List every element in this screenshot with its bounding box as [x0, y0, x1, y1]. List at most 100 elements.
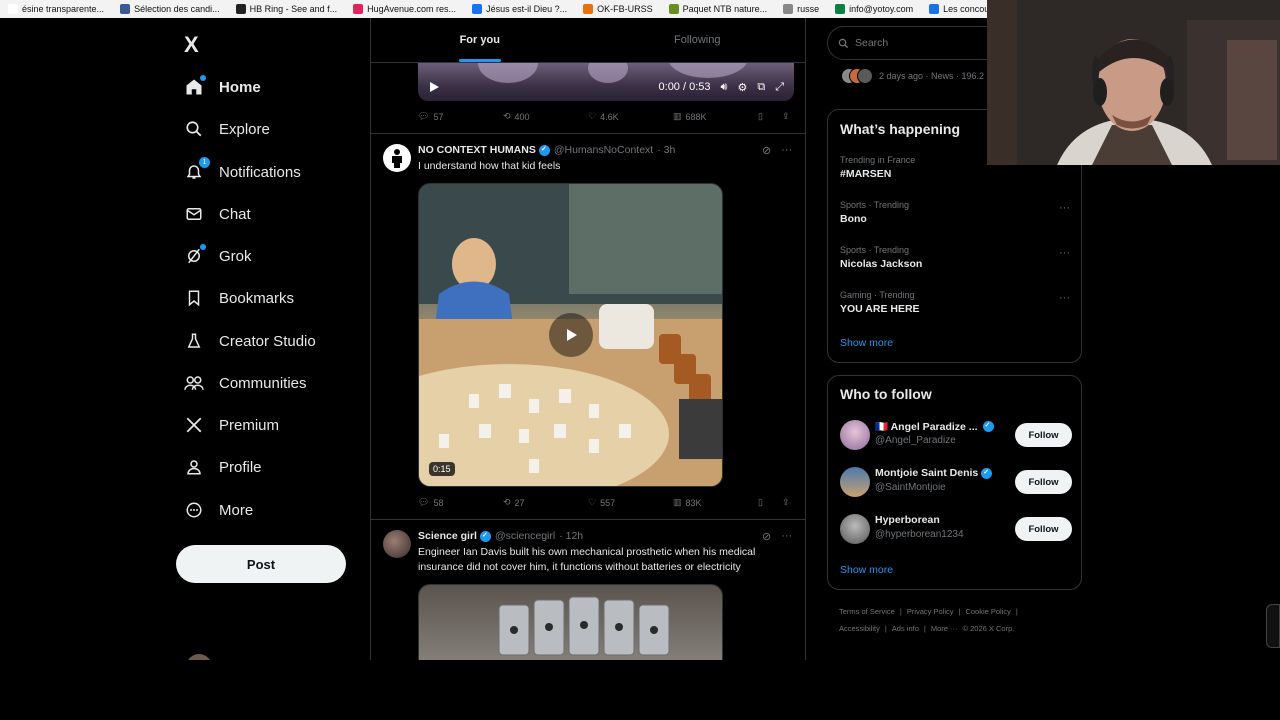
avatar[interactable] — [383, 144, 411, 172]
heart-icon: ♡ — [588, 497, 597, 507]
favicon-icon — [583, 4, 594, 14]
favicon-icon — [353, 4, 364, 14]
verified-icon — [982, 421, 994, 432]
footer-link[interactable]: Accessibility — [839, 624, 880, 633]
suggestion-name: Hyperborean — [875, 514, 940, 526]
grok-icon[interactable]: ⊘ — [762, 144, 771, 157]
footer-link[interactable]: Cookie Policy — [965, 607, 1010, 616]
tweet-author[interactable]: Science girl — [418, 530, 477, 542]
bookmark-icon: ▯ — [758, 497, 763, 507]
bookmark-item[interactable]: russe — [775, 0, 827, 18]
nav-item-premium[interactable]: Premium — [184, 410, 279, 440]
follow-button[interactable]: Follow — [1015, 470, 1072, 494]
footer-link[interactable]: © 2026 X Corp. — [963, 624, 1015, 633]
nav-item-communities[interactable]: Communities — [184, 368, 307, 398]
show-more-link[interactable]: Show more — [840, 337, 893, 349]
nav-item-explore[interactable]: Explore — [184, 114, 270, 144]
show-more-link[interactable]: Show more — [840, 564, 893, 576]
bookmark-button[interactable]: ▯ — [758, 111, 782, 122]
tweet-time[interactable]: · 3h — [657, 144, 675, 156]
footer-separator: | — [923, 624, 926, 633]
play-button[interactable] — [548, 313, 593, 357]
bookmark-item[interactable]: info@yotoy.com — [827, 0, 921, 18]
like-button[interactable]: ♡ 4.6K — [588, 111, 673, 122]
more-icon[interactable]: ··· — [1059, 247, 1070, 259]
notification-badge: 1 — [199, 157, 210, 168]
reply-button[interactable]: 💬︎ 57 — [418, 111, 503, 122]
tab-for-you[interactable]: For you — [371, 18, 589, 62]
views-icon: ▥ — [673, 111, 682, 121]
reply-button[interactable]: 💬︎ 58 — [418, 497, 503, 508]
video-player[interactable]: 0:00 / 0:53 🔊︎ ⚙︎ ⧉ ⤢ — [418, 63, 794, 101]
trend-item[interactable]: Sports · Trending Bono ··· — [840, 200, 1070, 225]
news-item[interactable]: 2 days ago · News · 196.2 — [841, 68, 984, 84]
share-button[interactable]: ⇪ — [782, 497, 790, 508]
bookmark-label: info@yotoy.com — [849, 4, 914, 14]
follow-suggestion[interactable]: Montjoie Saint Denis @SaintMontjoie Foll… — [840, 467, 1072, 497]
bookmark-label: Jésus est-il Dieu ?... — [486, 4, 568, 14]
bookmark-item[interactable]: Jésus est-il Dieu ?... — [464, 0, 575, 18]
bookmark-item[interactable]: HB Ring - See and f... — [228, 0, 346, 18]
follow-suggestion[interactable]: Hyperborean @hyperborean1234 Follow — [840, 514, 1072, 544]
follow-button[interactable]: Follow — [1015, 517, 1072, 541]
grok-icon[interactable]: ⊘ — [762, 530, 771, 543]
trend-item[interactable]: Sports · Trending Nicolas Jackson ··· — [840, 245, 1070, 270]
nav-item-more[interactable]: More — [184, 495, 253, 525]
views-button[interactable]: ▥ 83K — [673, 497, 758, 508]
avatar[interactable] — [383, 530, 411, 558]
nav-item-grok[interactable]: Grok — [184, 241, 252, 271]
share-button[interactable]: ⇪ — [782, 111, 790, 122]
nav-item-home[interactable]: Home — [184, 72, 261, 102]
nav-item-bookmarks[interactable]: Bookmarks — [184, 283, 294, 313]
footer-link[interactable]: More ··· — [931, 624, 958, 633]
tab-following[interactable]: Following — [589, 18, 806, 62]
nav-label-grok: Grok — [219, 247, 252, 265]
volume-icon[interactable]: 🔊︎ — [721, 81, 728, 94]
nav-item-creator-studio[interactable]: Creator Studio — [184, 326, 316, 356]
repost-icon: ⟲ — [503, 111, 511, 121]
fullscreen-icon[interactable]: ⤢ — [775, 81, 784, 94]
nav-label-notifications: Notifications — [219, 163, 301, 181]
more-icon[interactable]: ··· — [1059, 202, 1070, 214]
views-button[interactable]: ▥ 688K — [673, 111, 758, 122]
follow-button[interactable]: Follow — [1015, 423, 1072, 447]
bookmark-item[interactable]: Sélection des candi... — [112, 0, 228, 18]
post-button[interactable]: Post — [176, 545, 346, 583]
bookmark-item[interactable]: OK-FB-URSS — [575, 0, 661, 18]
footer-link[interactable]: Terms of Service — [839, 607, 895, 616]
more-icon[interactable]: ··· — [1059, 292, 1070, 304]
bookmark-label: ésine transparente... — [22, 4, 105, 14]
more-icon[interactable]: ··· — [781, 530, 792, 543]
tweet-author[interactable]: NO CONTEXT HUMANS — [418, 144, 536, 156]
more-icon[interactable]: ··· — [781, 144, 792, 157]
tweet-handle[interactable]: @sciencegirl — [495, 530, 555, 542]
nav-item-chat[interactable]: Chat — [184, 199, 251, 229]
footer-link[interactable]: Privacy Policy — [907, 607, 954, 616]
bookmark-label: russe — [797, 4, 820, 14]
follow-suggestion[interactable]: 🇫🇷 Angel Paradize ... @Angel_Paradize Fo… — [840, 420, 1072, 450]
communities-icon — [184, 373, 204, 393]
repost-button[interactable]: ⟲ 27 — [503, 497, 588, 508]
bookmark-item[interactable]: HugAvenue.com res... — [345, 0, 464, 18]
tweet-image[interactable] — [418, 584, 723, 660]
trend-item[interactable]: Gaming · Trending YOU ARE HERE ··· — [840, 290, 1070, 315]
favicon-icon — [668, 4, 679, 14]
tweet-handle[interactable]: @HumansNoContext — [554, 144, 653, 156]
repost-button[interactable]: ⟲ 400 — [503, 111, 588, 122]
x-logo[interactable]: X — [184, 32, 199, 58]
trend-category: Sports · Trending — [840, 200, 910, 210]
bookmark-item[interactable]: Paquet NTB nature... — [661, 0, 776, 18]
play-icon[interactable] — [428, 81, 440, 93]
nav-item-profile[interactable]: Profile — [184, 452, 262, 482]
popout-icon[interactable]: ⧉ — [757, 81, 765, 94]
footer-link[interactable]: Ads info — [892, 624, 919, 633]
nav-item-notifications[interactable]: 1 Notifications — [184, 157, 301, 187]
side-widget[interactable] — [1266, 604, 1280, 648]
bookmark-button[interactable]: ▯ — [758, 497, 782, 508]
bookmark-item[interactable]: ésine transparente... — [0, 0, 112, 18]
tweet-time[interactable]: · 12h — [559, 530, 583, 542]
tweet-video[interactable]: 0:15 — [418, 183, 723, 487]
like-button[interactable]: ♡ 557 — [588, 497, 673, 508]
tweet-menu: ⊘ ··· — [762, 144, 792, 157]
settings-icon[interactable]: ⚙︎ — [737, 81, 747, 94]
